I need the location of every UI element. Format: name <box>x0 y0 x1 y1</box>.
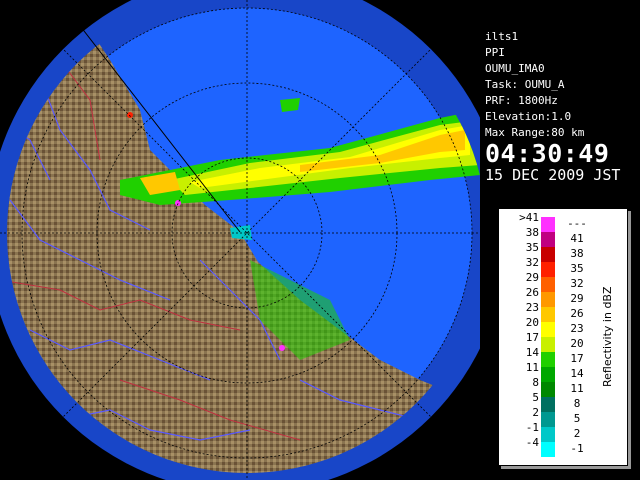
legend-upper-bound: 29 <box>570 292 584 305</box>
legend-upper-bound: 14 <box>570 367 584 380</box>
scan-time: 04:30:49 <box>485 139 610 168</box>
legend-color-swatch <box>541 262 555 277</box>
legend-upper-bound: 26 <box>570 307 584 320</box>
legend-lower-bound: 20 <box>525 316 539 329</box>
legend-color-swatch <box>541 352 555 367</box>
legend-lower-bound: 26 <box>525 286 539 299</box>
legend-color-swatch <box>541 322 555 337</box>
legend-upper-bound: 2 <box>573 427 581 440</box>
legend-lower-bound: -1 <box>525 421 539 434</box>
site-name: ilts1 <box>485 30 519 43</box>
radar-info-panel: ilts1 PPI OUMU_IMA0 Task: OUMU_A PRF: 18… <box>481 26 637 188</box>
legend-color-swatch <box>541 382 555 397</box>
legend-upper-bound: --- <box>567 217 587 230</box>
legend-upper-bound: 20 <box>570 337 584 350</box>
legend-lower-bound: >41 <box>519 211 539 224</box>
legend-color-swatch <box>541 232 555 247</box>
legend-title: Reflectivity in dBZ <box>601 286 614 388</box>
legend-upper-bound: 41 <box>570 232 584 245</box>
legend-upper-bound: 8 <box>573 397 581 410</box>
legend-upper-bound: 17 <box>570 352 584 365</box>
legend-lower-bound: -4 <box>525 436 539 449</box>
legend-color-swatch <box>541 367 555 382</box>
legend-color-swatch <box>541 217 555 232</box>
reflectivity-legend: >41 --- 38 41 35 38 32 35 29 32 26 29 23 26 20 23 17 20 14… <box>498 208 628 466</box>
legend-lower-bound: 11 <box>525 361 539 374</box>
prf-value: PRF: 1800Hz <box>485 94 558 107</box>
product-name: OUMU_IMA0 <box>485 62 545 75</box>
legend-lower-bound: 17 <box>525 331 539 344</box>
legend-color-swatch <box>541 292 555 307</box>
elevation-value: Elevation:1.0 <box>485 110 572 123</box>
scan-mode: PPI <box>485 46 505 59</box>
legend-upper-bound: 23 <box>570 322 584 335</box>
legend-upper-bound: 38 <box>570 247 584 260</box>
legend-color-swatch <box>541 337 555 352</box>
legend-upper-bound: 5 <box>573 412 581 425</box>
legend-lower-bound: 35 <box>525 241 539 254</box>
legend-lower-bound: 5 <box>532 391 539 404</box>
legend-row: -4 -1 <box>499 436 599 457</box>
legend-lower-bound: 14 <box>525 346 539 359</box>
legend-lower-bound: 38 <box>525 226 539 239</box>
scan-date: 15 DEC 2009 JST <box>485 166 621 184</box>
legend-upper-bound: -1 <box>570 442 584 455</box>
legend-color-swatch <box>541 412 555 427</box>
legend-color-swatch <box>541 397 555 412</box>
legend-upper-bound: 35 <box>570 262 584 275</box>
legend-upper-bound: 11 <box>570 382 584 395</box>
legend-lower-bound: 8 <box>532 376 539 389</box>
legend-color-swatch <box>541 307 555 322</box>
task-name: Task: OUMU_A <box>485 78 565 91</box>
legend-color-swatch <box>541 247 555 262</box>
legend-color-swatch <box>541 427 555 442</box>
legend-color-swatch <box>541 442 555 457</box>
legend-upper-bound: 32 <box>570 277 584 290</box>
legend-lower-bound: 29 <box>525 271 539 284</box>
radar-ppi-display[interactable] <box>0 0 480 480</box>
legend-color-swatch <box>541 277 555 292</box>
legend-lower-bound: 32 <box>525 256 539 269</box>
legend-lower-bound: 2 <box>532 406 539 419</box>
legend-lower-bound: 23 <box>525 301 539 314</box>
